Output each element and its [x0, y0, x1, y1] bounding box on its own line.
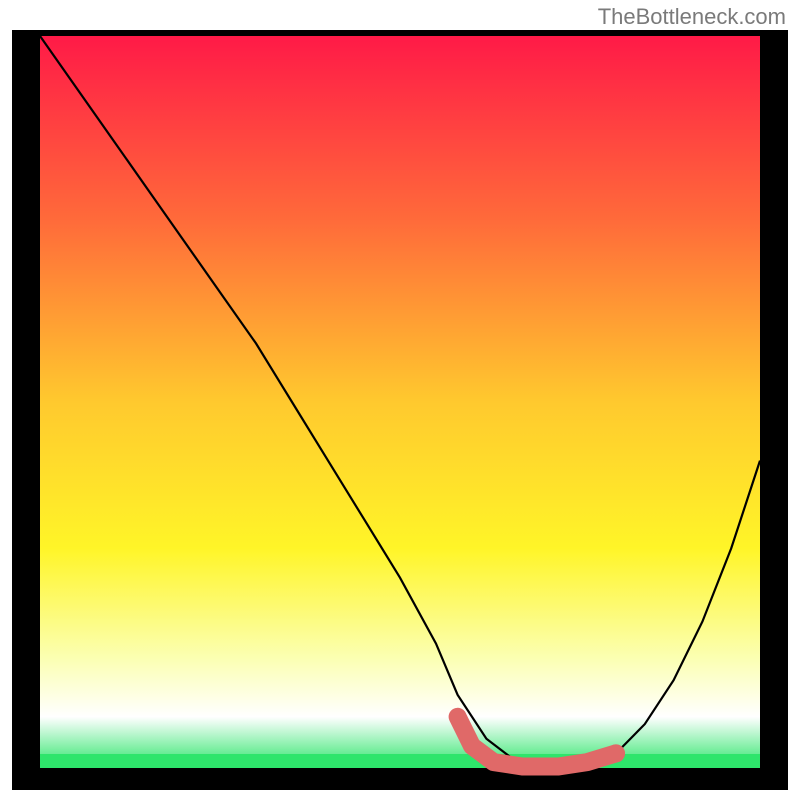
curve-highlight-point: [607, 744, 625, 762]
plot-background: [40, 36, 760, 768]
chart-frame: [12, 30, 788, 790]
bottleneck-chart: [12, 30, 788, 790]
bottom-band: [40, 754, 760, 768]
attribution-label: TheBottleneck.com: [598, 4, 786, 30]
